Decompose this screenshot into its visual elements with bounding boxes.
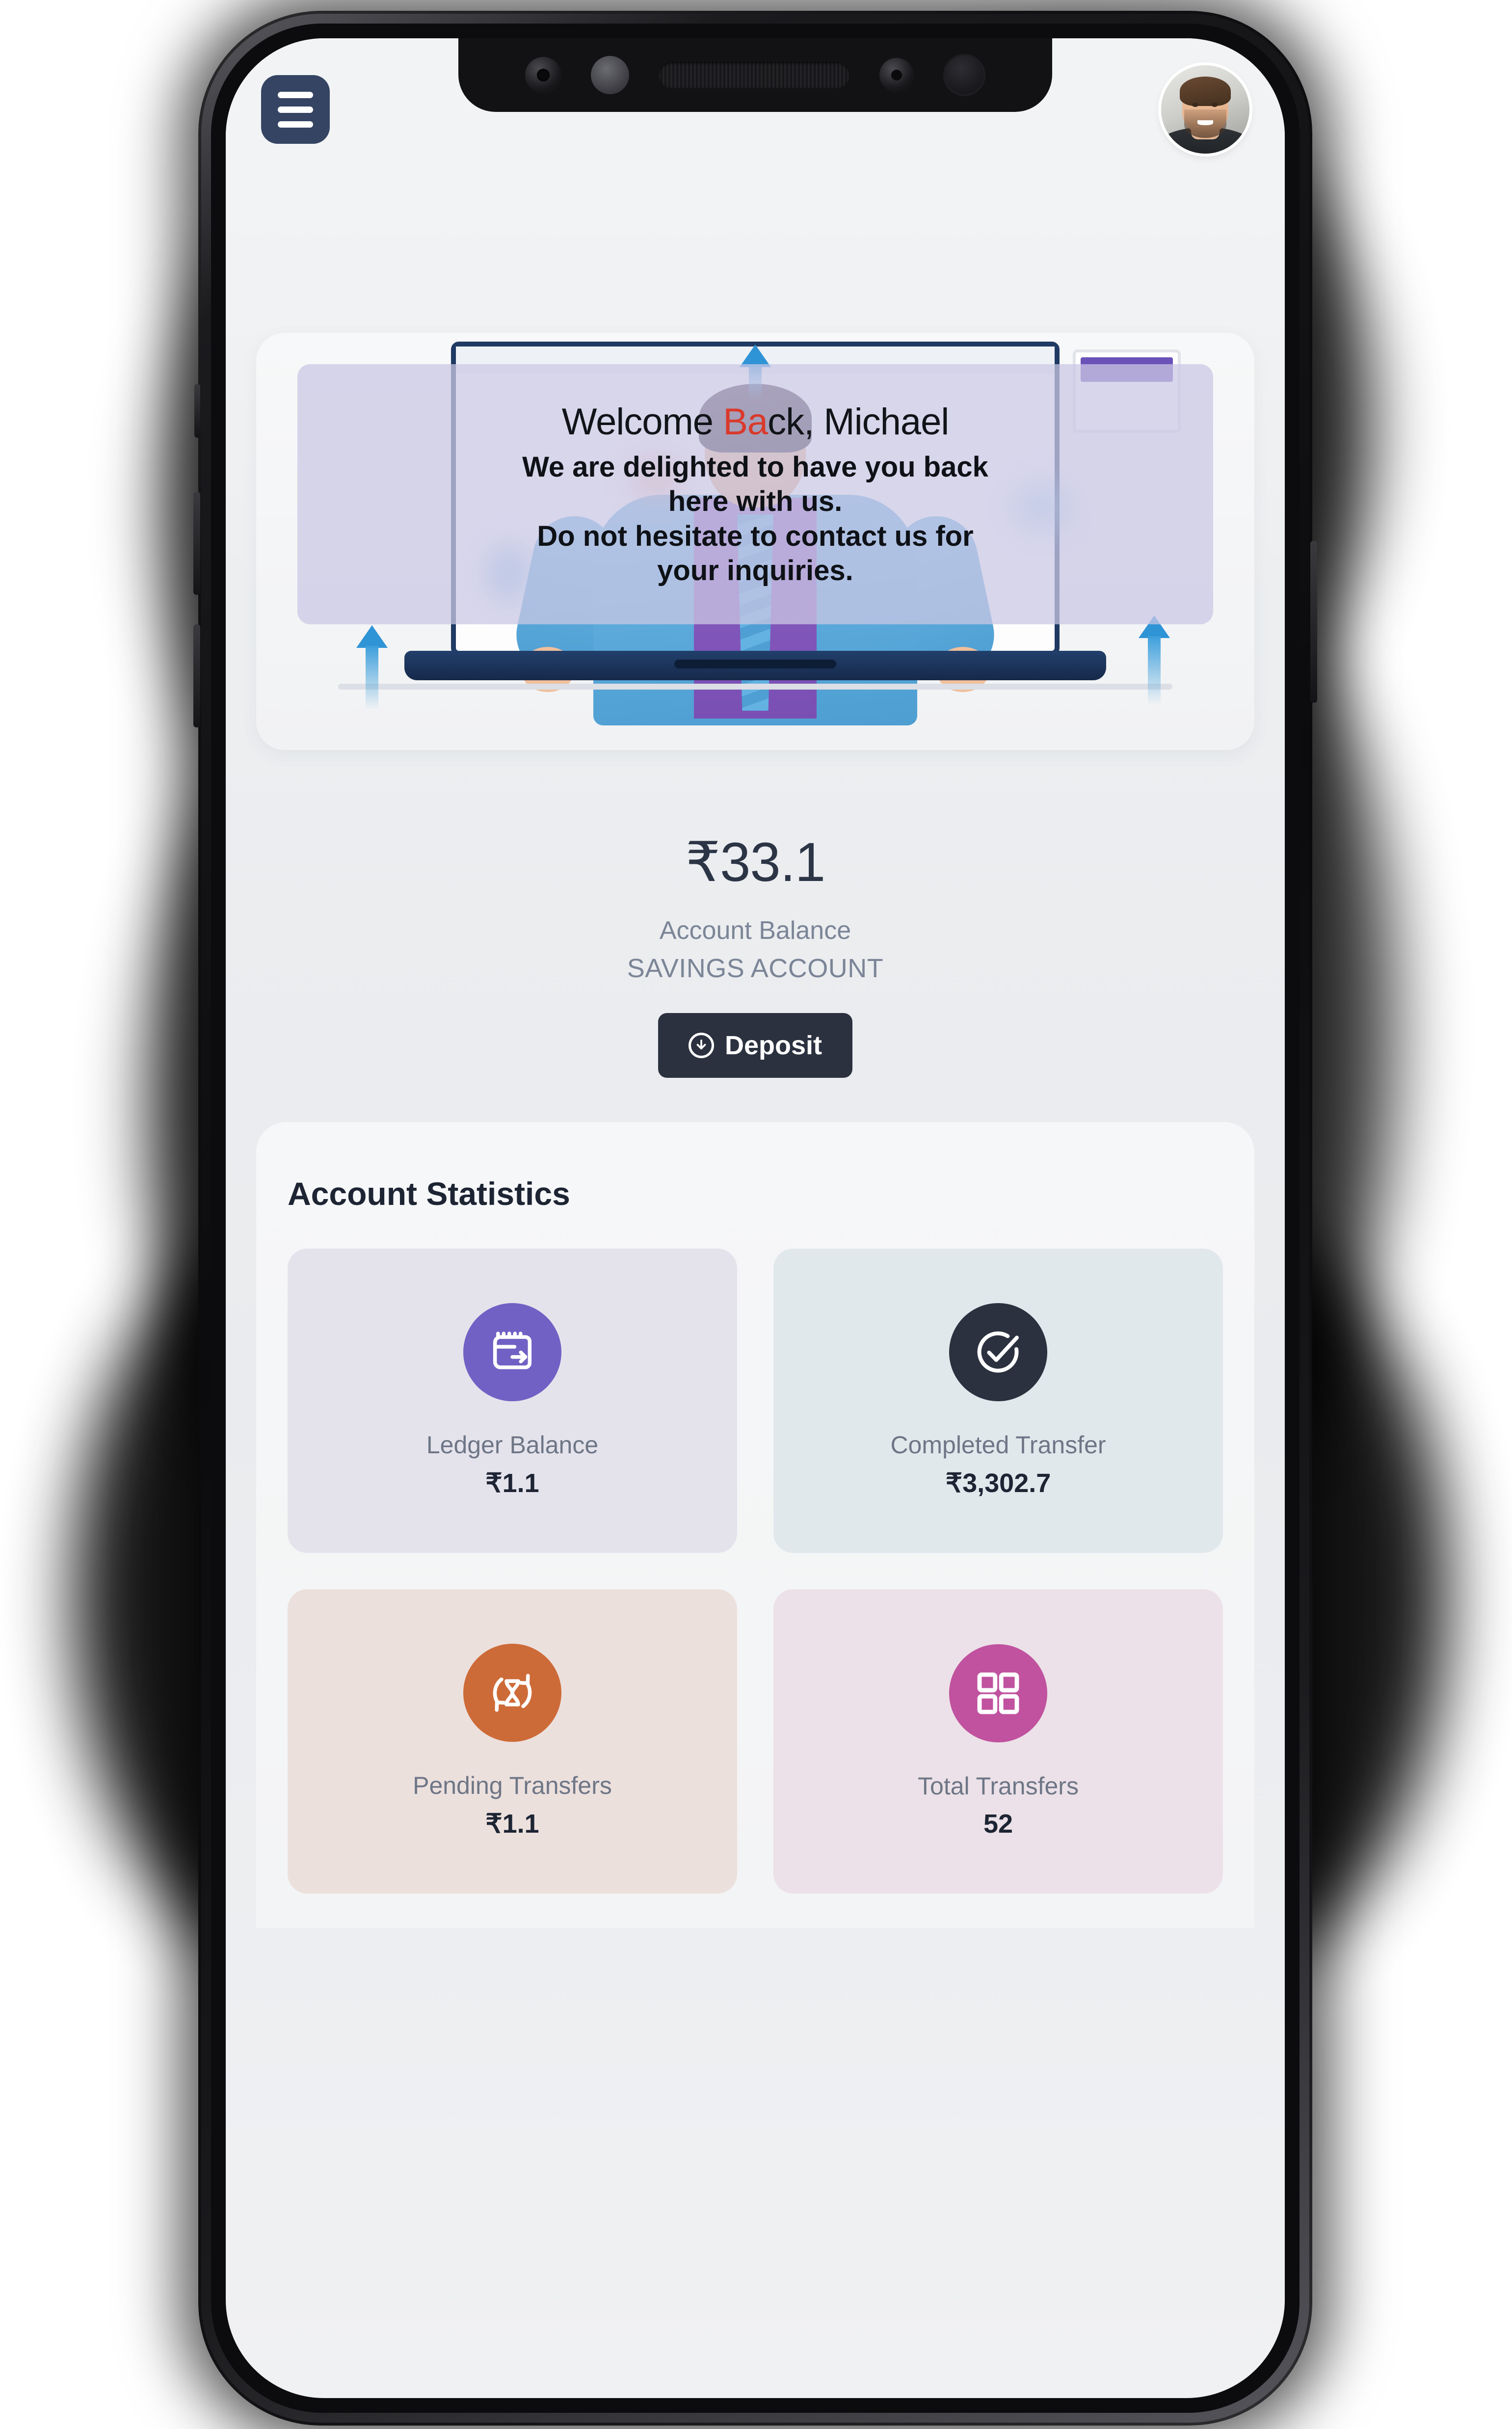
avatar-hair xyxy=(1179,77,1231,106)
welcome-title-prefix: Welcome xyxy=(561,401,723,443)
balance-label: Account Balance xyxy=(659,916,851,945)
front-camera-icon xyxy=(943,54,985,96)
page-title: Account Statistics xyxy=(288,1175,570,1212)
menu-bar xyxy=(278,121,313,128)
volume-down-button[interactable] xyxy=(193,624,200,727)
account-statistics-panel: Account Statistics Ledger Balance ₹1.1 C… xyxy=(256,1122,1254,1928)
mute-switch[interactable] xyxy=(194,384,200,438)
stat-value: ₹3,302.7 xyxy=(945,1468,1051,1498)
grid-squares-icon xyxy=(949,1644,1047,1742)
earpiece-speaker-icon xyxy=(659,62,850,88)
hamburger-menu-icon[interactable] xyxy=(261,75,330,144)
statistics-grid: Ledger Balance ₹1.1 Completed Transfer ₹… xyxy=(288,1249,1223,1894)
menu-bar xyxy=(278,91,313,98)
stat-value: ₹1.1 xyxy=(485,1809,539,1839)
volume-up-button[interactable] xyxy=(193,492,200,595)
avatar-eye xyxy=(1211,102,1218,107)
welcome-banner: Welcome Back, Michael We are delighted t… xyxy=(256,333,1254,750)
stat-card-total-transfers[interactable]: Total Transfers 52 xyxy=(773,1589,1223,1894)
stat-label: Completed Transfer xyxy=(890,1431,1106,1459)
stat-label: Pending Transfers xyxy=(413,1772,612,1799)
download-circle-icon xyxy=(688,1033,714,1058)
stat-value: ₹1.1 xyxy=(485,1468,539,1498)
account-balance-section: ₹33.1 Account Balance SAVINGS ACCOUNT De… xyxy=(226,830,1285,1078)
stat-label: Ledger Balance xyxy=(426,1431,599,1459)
infrared-camera-icon xyxy=(525,57,561,93)
proximity-sensor-icon xyxy=(591,56,629,94)
welcome-message-line: your inquiries. xyxy=(657,554,853,587)
welcome-title: Welcome Back, Michael xyxy=(561,400,950,443)
welcome-message-line: We are delighted to have you back xyxy=(522,451,988,483)
deposit-button-label: Deposit xyxy=(724,1031,822,1060)
hourglass-refresh-icon xyxy=(463,1644,561,1742)
illustration-laptop-hinge xyxy=(674,660,836,668)
menu-bar xyxy=(278,106,313,113)
welcome-title-suffix: ck, Michael xyxy=(768,401,949,443)
avatar-mouth xyxy=(1197,120,1214,126)
stat-card-pending-transfers[interactable]: Pending Transfers ₹1.1 xyxy=(288,1589,737,1894)
wallet-arrow-icon xyxy=(463,1303,561,1401)
avatar[interactable] xyxy=(1161,65,1249,154)
avatar-eye xyxy=(1192,102,1198,107)
screenshot-stage: Welcome Back, Michael We are delighted t… xyxy=(0,0,1512,2429)
check-circle-icon xyxy=(949,1303,1047,1401)
welcome-message-line: here with us. xyxy=(668,485,843,518)
stat-card-completed-transfer[interactable]: Completed Transfer ₹3,302.7 xyxy=(773,1249,1223,1553)
app-content: Welcome Back, Michael We are delighted t… xyxy=(226,181,1285,2398)
phone-screen: Welcome Back, Michael We are delighted t… xyxy=(226,38,1285,2398)
power-button[interactable] xyxy=(1310,541,1317,703)
phone-device-frame: Welcome Back, Michael We are delighted t… xyxy=(193,11,1317,2426)
stat-value: 52 xyxy=(983,1809,1013,1839)
account-type-label: SAVINGS ACCOUNT xyxy=(627,954,884,983)
welcome-message: We are delighted to have you back here w… xyxy=(522,450,988,588)
balance-amount: ₹33.1 xyxy=(685,831,825,893)
welcome-message-line: Do not hesitate to contact us for xyxy=(537,520,974,552)
illustration-desk-line xyxy=(338,684,1172,690)
welcome-message-overlay: Welcome Back, Michael We are delighted t… xyxy=(297,364,1213,624)
deposit-button[interactable]: Deposit xyxy=(658,1013,853,1078)
welcome-title-highlight: Ba xyxy=(723,401,768,443)
stat-label: Total Transfers xyxy=(918,1772,1079,1800)
stat-card-ledger-balance[interactable]: Ledger Balance ₹1.1 xyxy=(288,1249,737,1553)
dot-projector-icon xyxy=(879,58,914,92)
phone-notch xyxy=(458,38,1052,112)
